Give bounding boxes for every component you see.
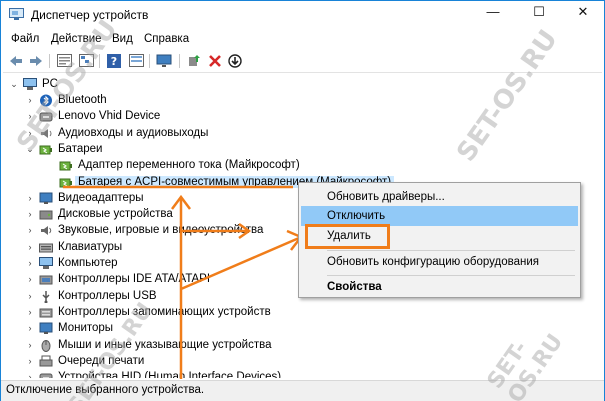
tree-item-label: Адаптер переменного тока (Майкрософт) xyxy=(78,159,300,172)
annotation-highlight-box xyxy=(305,224,390,249)
chevron-right-icon[interactable]: › xyxy=(25,290,35,302)
tree-root-pc[interactable]: ⌄ PC xyxy=(9,77,209,93)
chevron-right-icon[interactable]: › xyxy=(25,224,35,236)
chevron-right-icon[interactable]: › xyxy=(25,306,35,318)
battery-icon xyxy=(59,161,72,171)
chevron-right-icon[interactable]: › xyxy=(25,273,35,285)
tree-item-label: Lenovo Vhid Device xyxy=(58,110,161,123)
sound-icon xyxy=(41,226,52,236)
chevron-right-icon[interactable]: › xyxy=(25,339,35,351)
tree-item-label: Аудиовходы и аудиовыходы xyxy=(58,126,209,139)
usb-icon xyxy=(42,290,50,303)
tree-category-item[interactable]: › Lenovo Vhid Device xyxy=(25,109,445,125)
chevron-right-icon[interactable]: › xyxy=(25,355,35,367)
minimize-button[interactable]: — xyxy=(471,1,515,25)
tree-item-label: Контроллеры запоминающих устройств xyxy=(58,305,271,318)
tree-item-label: Видеоадаптеры xyxy=(58,191,144,204)
tree-category-item[interactable]: › Мониторы xyxy=(25,321,445,337)
tree-item-label: Клавиатуры xyxy=(58,240,123,253)
device-manager-icon xyxy=(9,8,24,20)
context-update-drivers[interactable]: Обновить драйверы... xyxy=(301,187,578,207)
disk-icon xyxy=(39,210,53,220)
maximize-button[interactable]: ☐ xyxy=(517,1,561,25)
context-disable[interactable]: Отключить xyxy=(301,206,578,226)
tree-category-item[interactable]: › Контроллеры запоминающих устройств xyxy=(25,305,445,321)
computer-icon xyxy=(39,257,53,269)
update-driver-icon[interactable] xyxy=(185,52,203,69)
list-icon[interactable] xyxy=(127,52,145,69)
chevron-right-icon[interactable]: › xyxy=(25,94,35,106)
close-button[interactable]: ✕ xyxy=(561,1,605,25)
monitor-icon[interactable] xyxy=(155,52,173,69)
display-adapter-icon xyxy=(39,192,53,204)
tree-item-label: Мыши и иные указывающие устройства xyxy=(58,338,272,351)
storage-icon xyxy=(39,308,53,318)
ide-icon xyxy=(39,275,53,285)
battery-icon xyxy=(59,178,72,187)
svg-text:?: ? xyxy=(111,55,117,68)
tree-item-label: Дисковые устройства xyxy=(58,208,173,221)
tree-item-label: Батареи xyxy=(58,142,103,155)
chevron-right-icon[interactable]: › xyxy=(25,322,35,334)
device-manager-window: Диспетчер устройств — ☐ ✕ Файл Действие … xyxy=(0,0,605,401)
window-title: Диспетчер устройств xyxy=(31,8,149,22)
context-scan-hardware[interactable]: Обновить конфигурацию оборудования xyxy=(301,252,578,272)
menu-help[interactable]: Справка xyxy=(144,33,189,45)
download-icon[interactable] xyxy=(226,52,244,69)
tree-item-label: Контроллеры IDE ATA/ATAPI xyxy=(58,273,211,286)
printer-icon xyxy=(39,355,53,367)
tree-child-item[interactable]: Адаптер переменного тока (Майкрософт) xyxy=(45,158,465,174)
tree-category-item[interactable]: › Мыши и иные указывающие устройства xyxy=(25,338,445,354)
chevron-right-icon[interactable]: › xyxy=(25,257,35,269)
keyboard-icon xyxy=(39,243,53,253)
monitor-icon xyxy=(39,322,53,335)
tree-item-label: Мониторы xyxy=(58,322,114,335)
tree-item-label: Компьютер xyxy=(58,257,118,269)
tree-item-label: Контроллеры USB xyxy=(58,289,157,302)
back-icon[interactable] xyxy=(7,52,25,69)
menu-file[interactable]: Файл xyxy=(11,33,39,45)
mouse-icon xyxy=(41,339,51,352)
chevron-right-icon[interactable]: › xyxy=(25,208,35,220)
chevron-right-icon[interactable]: › xyxy=(25,192,35,204)
chevron-right-icon[interactable]: › xyxy=(25,371,35,378)
hid-icon xyxy=(39,373,53,378)
tree-category-item[interactable]: › Bluetooth xyxy=(25,93,445,109)
remove-icon[interactable] xyxy=(206,52,224,69)
forward-icon[interactable] xyxy=(27,52,45,69)
tree-item-label: Звуковые, игровые и видеоустройства xyxy=(58,224,264,237)
tree-category-item[interactable]: › Аудиовходы и аудиовыходы xyxy=(25,126,445,142)
context-properties[interactable]: Свойства xyxy=(301,277,578,297)
tree-category-item[interactable]: ⌄ Батареи xyxy=(25,142,445,158)
computer-icon xyxy=(23,78,37,90)
chevron-right-icon[interactable]: › xyxy=(25,241,35,253)
chevron-down-icon[interactable]: ⌄ xyxy=(9,78,19,90)
